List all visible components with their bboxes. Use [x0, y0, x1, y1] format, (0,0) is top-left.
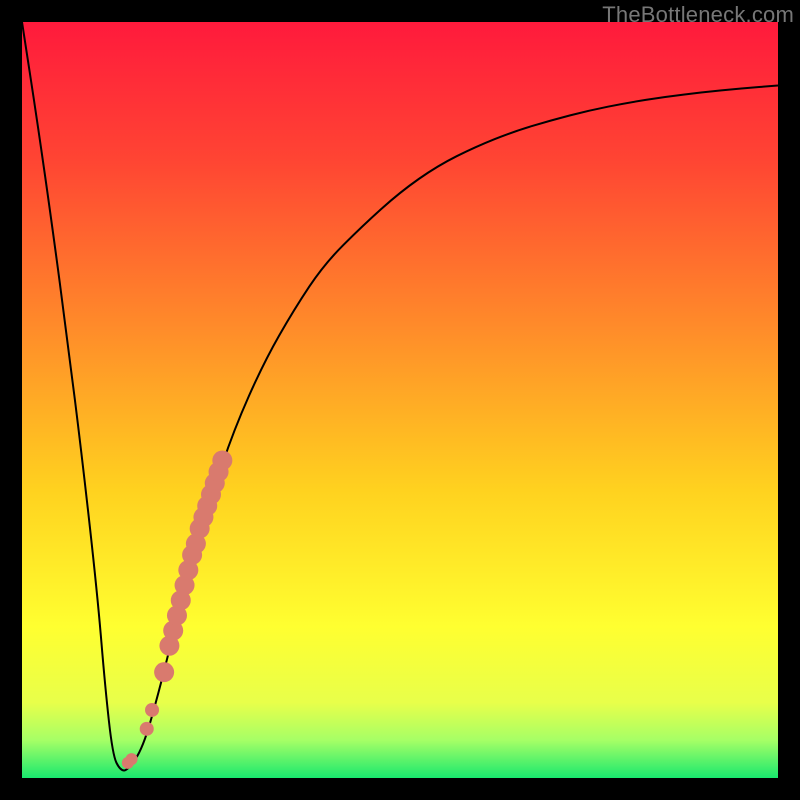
highlight-point [145, 703, 159, 717]
gradient-background [22, 22, 778, 778]
watermark-text: TheBottleneck.com [602, 2, 794, 28]
plot-area [22, 22, 778, 778]
chart-svg [22, 22, 778, 778]
chart-frame: TheBottleneck.com [0, 0, 800, 800]
highlight-point [154, 662, 174, 682]
highlight-point [140, 722, 154, 736]
highlight-point [212, 450, 232, 470]
highlight-point [126, 753, 138, 765]
